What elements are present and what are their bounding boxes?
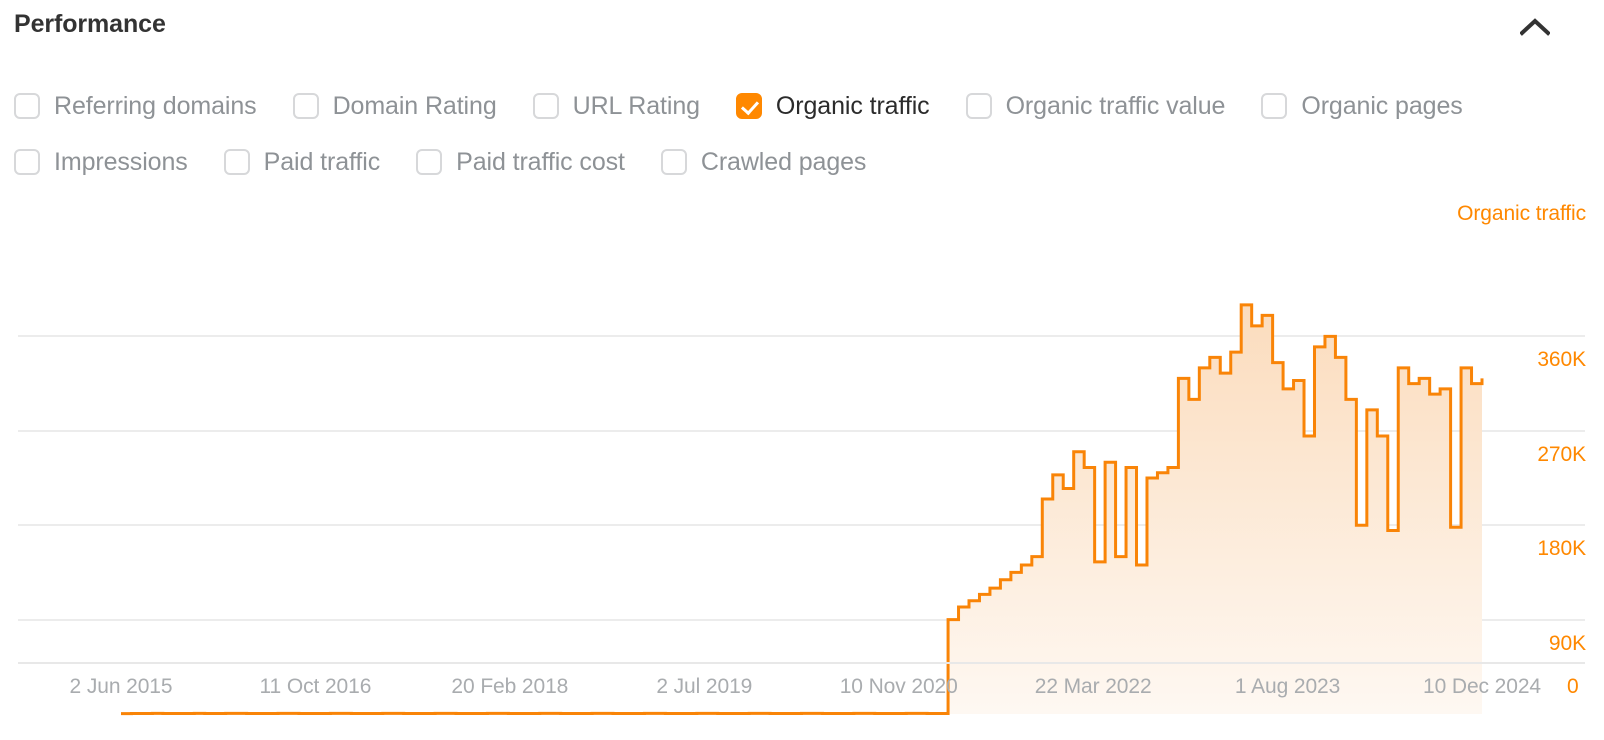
organic-traffic-chart: Organic traffic 90K 180K 270K 360K 2 Jun 20… [0,190,1604,740]
checkbox-domain-rating[interactable] [292,93,319,119]
metric-organic-traffic[interactable]: Organic traffic [735,91,930,121]
checkbox-organic-pages[interactable] [1261,93,1288,119]
metric-label: Impressions [54,147,188,176]
chevron-up-icon[interactable] [1516,8,1554,46]
checkbox-paid-traffic[interactable] [223,149,250,175]
chart-legend: Organic traffic [1457,202,1586,225]
chart-baseline [18,662,1585,664]
x-axis-tick-label: 22 Mar 2022 [1034,675,1152,698]
metric-toggles: Referring domains Domain Rating URL Rati… [0,78,1604,190]
metric-row-1: Referring domains Domain Rating URL Rati… [0,78,1604,134]
metric-label: Organic traffic value [1005,91,1226,120]
chart-plot-area: 90K 180K 270K 360K [0,242,1604,716]
metric-label: Crawled pages [700,147,867,176]
metric-label: URL Rating [572,91,700,120]
checkbox-organic-traffic[interactable] [735,93,762,119]
metric-crawled-pages[interactable]: Crawled pages [660,147,867,177]
x-axis-tick-label: 20 Feb 2018 [451,675,569,698]
metric-domain-rating[interactable]: Domain Rating [292,91,497,121]
metric-impressions[interactable]: Impressions [14,148,188,177]
x-axis-tick-label: 2 Jun 2015 [69,675,173,698]
metric-label: Organic pages [1301,91,1463,120]
panel-header: Performance [0,0,1604,56]
checkbox-paid-traffic-cost[interactable] [416,149,443,175]
metric-label: Organic traffic [775,91,930,120]
metric-label: Domain Rating [332,91,497,120]
x-axis-tick-label: 1 Aug 2023 [1234,675,1341,698]
metric-organic-traffic-value[interactable]: Organic traffic value [965,91,1226,121]
checkbox-url-rating[interactable] [532,93,559,119]
checkbox-organic-traffic-value[interactable] [965,93,992,119]
page-title: Performance [14,10,166,38]
metric-organic-pages[interactable]: Organic pages [1261,91,1463,121]
chart-series-organic-traffic [121,303,1484,716]
performance-panel: Performance Referring domains Domain Rat… [0,0,1604,740]
chart-x-axis: 2 Jun 2015 11 Oct 2016 20 Feb 2018 2 Jul 20… [0,667,1604,707]
y-axis-zero-label: 0 [1567,675,1579,698]
x-axis-tick-label: 10 Nov 2020 [839,675,958,698]
metric-paid-traffic[interactable]: Paid traffic [223,147,381,177]
metric-label: Referring domains [54,91,257,120]
metric-row-2: Impressions Paid traffic Paid traffic co… [0,134,1604,190]
metric-url-rating[interactable]: URL Rating [532,91,700,121]
metric-paid-traffic-cost[interactable]: Paid traffic cost [416,148,625,177]
checkbox-impressions[interactable] [14,149,40,175]
checkbox-crawled-pages[interactable] [660,149,687,175]
metric-referring-domains[interactable]: Referring domains [14,92,257,121]
metric-label: Paid traffic [263,147,381,176]
x-axis-tick-label: 10 Dec 2024 [1423,675,1541,698]
x-axis-tick-label: 2 Jul 2019 [656,675,753,698]
x-axis-tick-label: 11 Oct 2016 [259,675,372,698]
metric-label: Paid traffic cost [456,147,625,176]
checkbox-referring-domains[interactable] [14,93,40,119]
